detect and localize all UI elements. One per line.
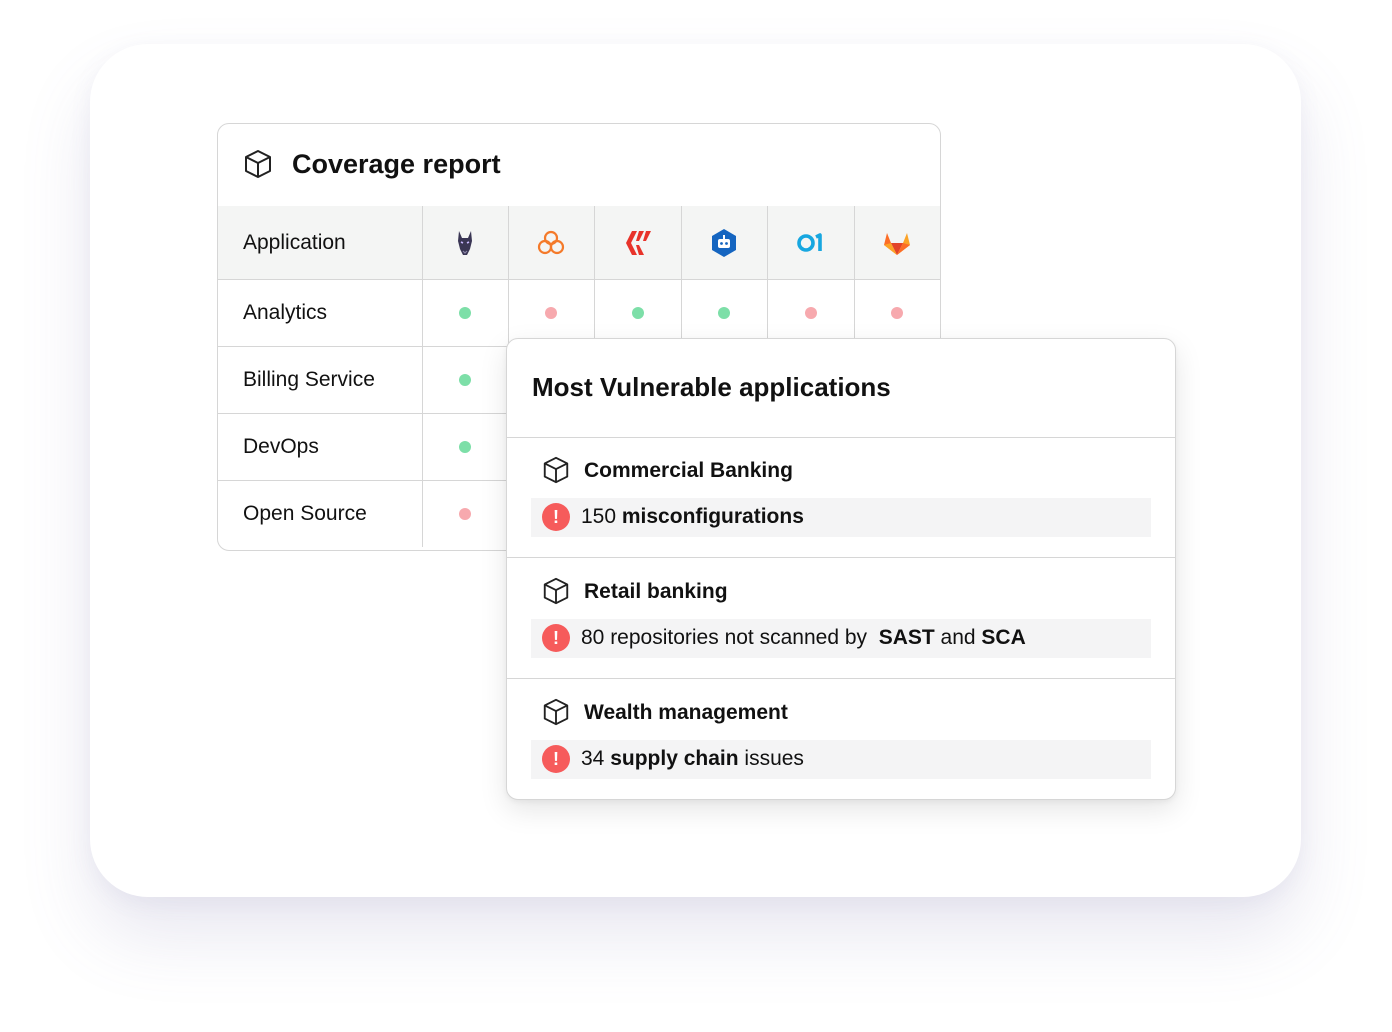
alert-icon: ! (542, 624, 570, 652)
column-header-tool-2[interactable] (508, 206, 595, 280)
cube-icon (543, 577, 569, 605)
issue-summary: ! 150 misconfigurations (531, 498, 1151, 537)
column-header-tool-4[interactable] (681, 206, 768, 280)
cube-icon (245, 150, 271, 178)
application-name-cell: Billing Service (218, 346, 423, 414)
application-name-cell: DevOps (218, 413, 423, 481)
vulnerable-app-item[interactable]: Wealth management ! 34 supply chain issu… (507, 679, 1175, 799)
status-dot-covered (459, 306, 471, 319)
table-row[interactable]: Analytics (218, 279, 940, 347)
alert-icon: ! (542, 503, 570, 531)
application-name-cell: Open Source (218, 480, 423, 547)
vulnerable-app-name: Commercial Banking (584, 459, 793, 482)
most-vulnerable-header: Most Vulnerable applications (507, 339, 1175, 438)
column-header-tool-5[interactable] (767, 206, 855, 280)
issue-text: 80 repositories not scanned by SAST and … (581, 626, 1026, 649)
vulnerable-app-name: Wealth management (584, 701, 788, 724)
vulnerable-app-item[interactable]: Commercial Banking ! 150 misconfiguratio… (507, 437, 1175, 558)
vulnerable-app-item[interactable]: Retail banking ! 80 repositories not sca… (507, 558, 1175, 679)
most-vulnerable-title: Most Vulnerable applications (532, 372, 891, 402)
doberman-icon (458, 230, 472, 255)
alert-icon: ! (542, 745, 570, 773)
bot-hexagon-icon (712, 228, 736, 257)
status-dot-missing (545, 306, 557, 319)
gitlab-fox-icon (884, 232, 911, 255)
most-vulnerable-card: Most Vulnerable applications Commercial … (506, 338, 1176, 800)
column-header-tool-1[interactable] (422, 206, 509, 280)
column-header-application: Application (218, 206, 423, 280)
status-dot-missing (891, 306, 904, 319)
coverage-report-header: Coverage report (218, 124, 940, 207)
issue-text: 150 misconfigurations (581, 505, 804, 528)
status-dot-covered (718, 306, 730, 319)
o1-icon (796, 232, 822, 252)
cube-icon (543, 698, 569, 726)
vulnerable-app-name: Retail banking (584, 580, 728, 603)
chevrons-icon (625, 230, 651, 255)
status-dot-covered (459, 373, 471, 386)
application-name-cell: Analytics (218, 279, 423, 347)
issue-text: 34 supply chain issues (581, 747, 804, 770)
status-dot-covered (631, 306, 644, 319)
column-header-tool-6[interactable] (854, 206, 940, 280)
cloud-icon (537, 230, 565, 254)
coverage-report-title: Coverage report (292, 149, 501, 179)
issue-summary: ! 34 supply chain issues (531, 740, 1151, 779)
stage: Coverage report Application Analytics Bi… (0, 0, 1392, 1032)
status-dot-missing (459, 507, 471, 520)
column-header-tool-3[interactable] (594, 206, 682, 280)
issue-summary: ! 80 repositories not scanned by SAST an… (531, 619, 1151, 658)
status-dot-covered (459, 440, 471, 453)
cube-icon (543, 456, 569, 484)
coverage-table-header-row: Application (218, 206, 940, 280)
status-dot-missing (804, 306, 817, 319)
